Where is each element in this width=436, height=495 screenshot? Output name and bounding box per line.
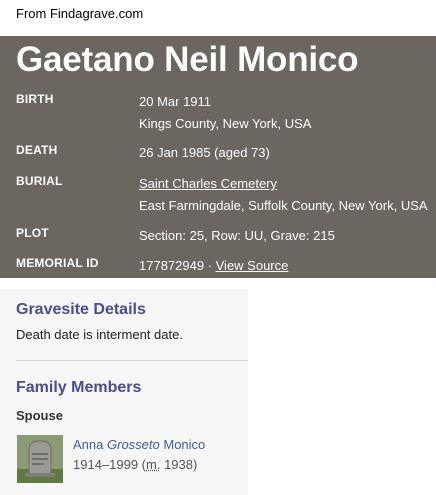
- burial-label: BURIAL: [16, 174, 63, 188]
- source-note: From Findagrave.com: [16, 6, 144, 21]
- gravestone-photo-icon: [17, 435, 63, 483]
- spouse-life-dates: 1914–1999 (: [73, 457, 147, 472]
- memorial-id-value: 177872949 · View Source: [139, 255, 288, 277]
- spouse-photo[interactable]: [17, 435, 63, 483]
- family-title: Family Members: [16, 379, 142, 396]
- birth-date: 20 Mar 1911: [139, 94, 212, 109]
- spouse-first-name: Anna: [73, 437, 104, 452]
- spouse-last-name: Monico: [163, 437, 206, 452]
- burial-value: Saint Charles Cemetery East Farmingdale,…: [139, 173, 428, 217]
- plot-label: PLOT: [16, 226, 49, 240]
- death-label: DEATH: [16, 143, 58, 157]
- memorial-id-number: 177872949 ·: [139, 258, 216, 273]
- memorial-header: Gaetano Neil Monico BIRTH 20 Mar 1911 Ki…: [0, 36, 436, 278]
- memorial-id-label: MEMORIAL ID: [16, 256, 99, 270]
- plot-value: Section: 25, Row: UU, Grave: 215: [139, 228, 335, 243]
- details-panel: Gravesite Details Death date is intermen…: [0, 289, 248, 495]
- cemetery-link[interactable]: Saint Charles Cemetery: [139, 176, 277, 191]
- birth-label: BIRTH: [16, 92, 54, 106]
- view-source-link[interactable]: View Source: [216, 258, 289, 273]
- birth-value: 20 Mar 1911 Kings County, New York, USA: [139, 91, 311, 135]
- spouse-maiden-name: Grosseto: [107, 437, 160, 452]
- married-abbr: m.: [146, 457, 161, 472]
- birth-place: Kings County, New York, USA: [139, 116, 312, 131]
- married-year: 1938): [160, 457, 198, 472]
- spouse-dates: 1914–1999 (m. 1938): [73, 457, 197, 472]
- spouse-label: Spouse: [16, 408, 63, 423]
- burial-place: East Farmingdale, Suffolk County, New Yo…: [139, 198, 428, 213]
- divider: [16, 360, 248, 361]
- memorial-name: Gaetano Neil Monico: [16, 40, 359, 79]
- spouse-name-link[interactable]: Anna Grosseto Monico: [73, 437, 205, 452]
- gravesite-title: Gravesite Details: [16, 301, 146, 318]
- gravesite-text: Death date is interment date.: [16, 327, 183, 342]
- death-value: 26 Jan 1985 (aged 73): [139, 145, 270, 160]
